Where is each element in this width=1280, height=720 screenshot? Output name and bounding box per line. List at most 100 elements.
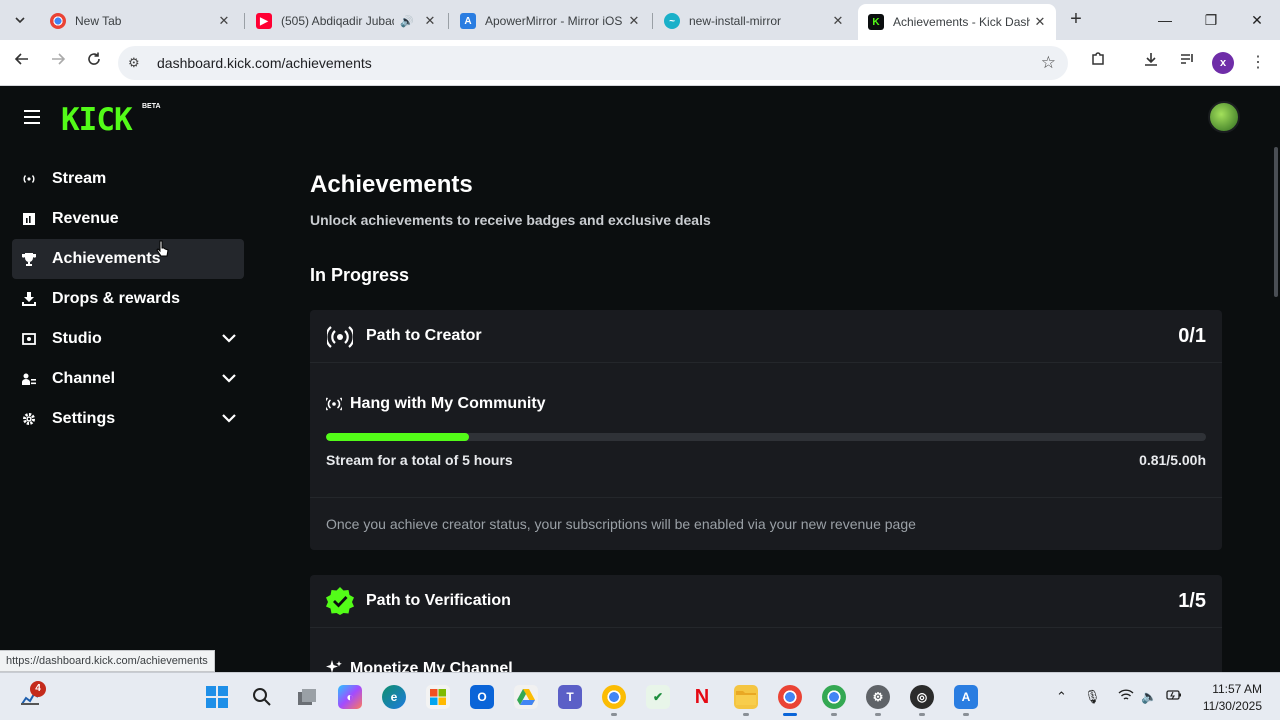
tab-new-install-mirror[interactable]: ~ new-install-mirror ✕ — [654, 6, 854, 36]
chrome-alt-profile-icon[interactable] — [822, 685, 846, 716]
extensions-button[interactable] — [1086, 51, 1110, 75]
profile-avatar[interactable]: x — [1212, 52, 1234, 74]
tab-separator — [652, 13, 653, 29]
kick-icon: K — [868, 14, 884, 30]
microphone-icon[interactable]: 🎙 — [1084, 689, 1101, 705]
task-view-icon — [298, 689, 316, 705]
volume-icon[interactable]: 🔈 — [1141, 689, 1157, 705]
outlook-icon[interactable]: O — [470, 685, 494, 709]
card-title: Path to Verification — [366, 592, 511, 609]
search-icon — [253, 688, 271, 706]
address-bar[interactable]: ⚙ dashboard.kick.com/achievements ☆ — [118, 46, 1068, 80]
progress-track — [326, 433, 1206, 441]
media-queue-icon — [1181, 54, 1193, 64]
sidebar-item-label: Stream — [52, 170, 107, 187]
browser-tab-bar: New Tab ✕ ▶ (505) Abdiqadir Jubad 🔊 ✕ A … — [0, 0, 1280, 40]
page-subtitle: Unlock achievements to receive badges an… — [310, 212, 711, 228]
task-description: Stream for a total of 5 hours — [326, 452, 513, 468]
downloads-button[interactable] — [1139, 51, 1163, 75]
menu-icon[interactable] — [24, 110, 40, 128]
copilot-icon[interactable]: ◐ — [338, 685, 362, 709]
sidebar-item-revenue[interactable]: Revenue — [12, 199, 244, 239]
back-button[interactable] — [10, 51, 34, 75]
start-button[interactable] — [205, 685, 229, 709]
chevron-down-icon[interactable] — [222, 371, 236, 385]
chrome-icon — [50, 13, 66, 29]
close-icon[interactable]: ✕ — [420, 13, 440, 29]
edge-icon[interactable]: e — [382, 685, 406, 709]
speaker-icon[interactable]: 🔊 — [400, 15, 414, 28]
media-control-button[interactable] — [1175, 51, 1199, 75]
sidebar-item-label: Settings — [52, 410, 116, 427]
chevron-down-icon[interactable] — [222, 331, 236, 345]
restore-button[interactable]: ❐ — [1196, 8, 1226, 32]
tab-title: ApowerMirror - Mirror iOS — [485, 14, 623, 28]
minimize-button[interactable]: — — [1150, 8, 1180, 32]
tab-achievements[interactable]: K Achievements - Kick Dashboard ✕ — [858, 4, 1056, 40]
sidebar-item-channel[interactable]: Channel — [12, 359, 244, 399]
store-icon[interactable] — [426, 685, 450, 709]
chrome-profile-icon[interactable] — [602, 685, 626, 716]
sidebar-item-label: Revenue — [52, 210, 119, 227]
sidebar-item-achievements[interactable]: Achievements — [12, 239, 244, 279]
clock-date[interactable]: 11/30/2025 — [1192, 699, 1262, 713]
verified-badge-icon — [326, 587, 354, 615]
channel-icon — [22, 372, 36, 386]
page-scrollbar[interactable] — [1274, 147, 1278, 297]
search-button[interactable] — [250, 685, 274, 709]
stream-icon — [22, 172, 36, 186]
wifi-icon[interactable] — [1118, 689, 1134, 704]
windows-icon — [206, 686, 228, 708]
tab-separator — [448, 13, 449, 29]
reload-button[interactable] — [82, 51, 106, 75]
tab-new-tab[interactable]: New Tab ✕ — [40, 6, 240, 36]
task-view-button[interactable] — [295, 685, 319, 709]
progress-fill — [326, 433, 469, 441]
security-shield-icon[interactable]: ✔ — [646, 685, 670, 709]
tab-youtube[interactable]: ▶ (505) Abdiqadir Jubad 🔊 ✕ — [246, 6, 446, 36]
gear-icon — [22, 412, 36, 426]
teams-icon[interactable]: T — [558, 685, 582, 709]
site-info-icon[interactable]: ⚙ — [128, 55, 140, 71]
obs-icon[interactable]: ◎ — [910, 685, 934, 716]
kick-logo[interactable]: KICK — [61, 102, 133, 138]
battery-icon[interactable] — [1166, 689, 1182, 704]
tab-search-button[interactable] — [8, 8, 32, 32]
browser-menu-button[interactable]: ⋮ — [1246, 51, 1270, 75]
tray-overflow-icon[interactable]: ⌃ — [1056, 689, 1067, 705]
sparkle-icon — [326, 660, 342, 672]
card-count: 1/5 — [1178, 590, 1206, 612]
task-title: Hang with My Community — [350, 395, 546, 412]
sidebar-item-drops[interactable]: Drops & rewards — [12, 279, 244, 319]
sidebar-item-settings[interactable]: Settings — [12, 399, 244, 439]
clock-time[interactable]: 11:57 AM — [1204, 682, 1262, 696]
window-close-button[interactable]: ✕ — [1242, 8, 1272, 32]
close-icon[interactable]: ✕ — [1030, 14, 1050, 30]
settings-icon[interactable]: ⚙ — [866, 685, 890, 716]
netflix-icon[interactable]: N — [690, 685, 714, 709]
tab-apowermirror[interactable]: A ApowerMirror - Mirror iOS ✕ — [450, 6, 650, 36]
tab-title: new-install-mirror — [689, 14, 782, 28]
chevron-down-icon[interactable] — [222, 411, 236, 425]
close-icon[interactable]: ✕ — [214, 13, 234, 29]
close-icon[interactable]: ✕ — [624, 13, 644, 29]
section-title: In Progress — [310, 265, 410, 285]
bookmark-star-icon[interactable]: ☆ — [1041, 53, 1056, 73]
new-tab-button[interactable]: + — [1064, 8, 1088, 32]
close-icon[interactable]: ✕ — [828, 13, 848, 29]
beta-badge: BETA — [142, 103, 161, 110]
apowermirror-icon[interactable]: A — [954, 685, 978, 716]
url-text[interactable]: dashboard.kick.com/achievements — [157, 55, 372, 71]
google-drive-icon[interactable] — [514, 685, 538, 709]
user-avatar[interactable] — [1208, 101, 1240, 133]
revenue-icon — [22, 212, 36, 226]
chrome-icon[interactable] — [778, 685, 802, 716]
file-explorer-icon[interactable] — [734, 685, 758, 716]
reload-icon — [88, 52, 100, 65]
sidebar-item-stream[interactable]: Stream — [12, 159, 244, 199]
task-progress-value: 0.81/5.00h — [1139, 452, 1206, 468]
tab-title: Achievements - Kick Dashboard — [893, 15, 1030, 29]
sidebar-item-studio[interactable]: Studio — [12, 319, 244, 359]
forward-button[interactable] — [46, 51, 70, 75]
task-item: Monetize My Channel — [310, 628, 1222, 672]
